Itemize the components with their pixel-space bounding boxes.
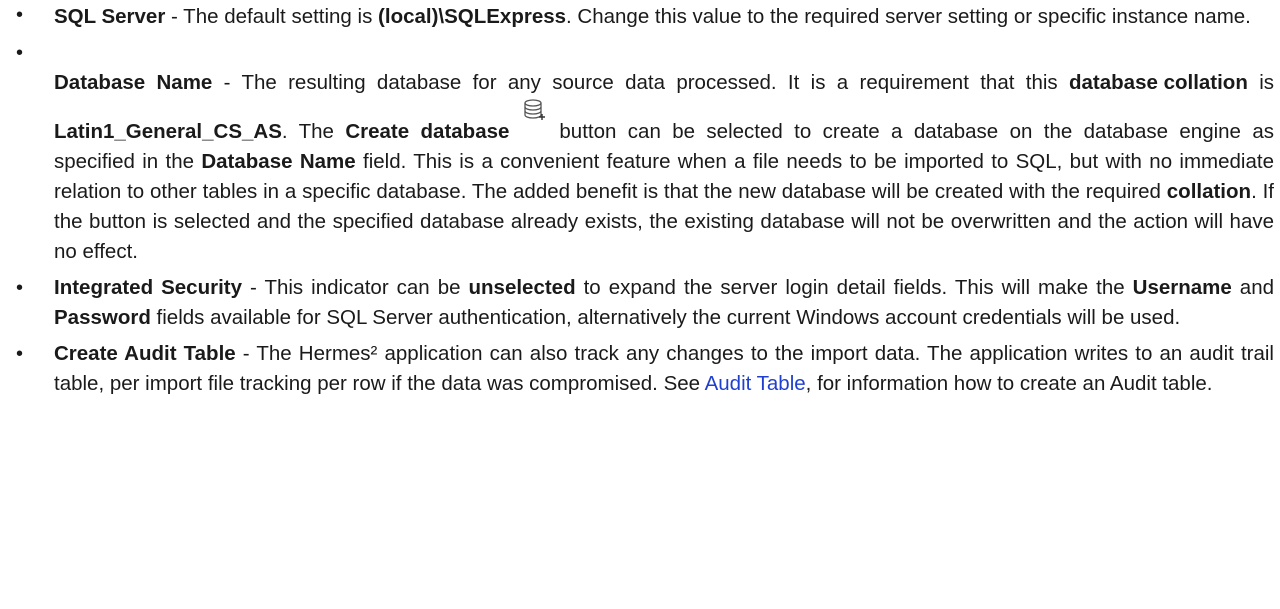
bold-text: collation	[1166, 180, 1252, 203]
item-text: , for information how to create an Audit…	[805, 372, 1213, 395]
item-text: . The	[281, 120, 346, 143]
list-item-database-name: • Database Name - The resulting database…	[0, 38, 1280, 267]
bullet: •	[16, 42, 24, 64]
item-text: to expand the server login detail fields…	[575, 276, 1133, 299]
bulleted-list: • SQL Server - The default setting is (l…	[0, 0, 1280, 405]
list-item-create-audit-table: • Create Audit Table - The Hermes² appli…	[0, 339, 1280, 399]
bold-text: Latin1_General_CS_AS	[54, 120, 282, 143]
separator: -	[212, 71, 242, 94]
separator: -	[242, 276, 265, 299]
bold-text: database collation	[1069, 71, 1248, 94]
bold-text: Database Name	[201, 150, 356, 173]
list-item-integrated-security: • Integrated Security - This indicator c…	[0, 273, 1280, 333]
audit-table-link[interactable]: Audit Table	[705, 372, 806, 395]
item-text: The default setting is	[183, 5, 379, 28]
item-text: This indicator can be	[264, 276, 469, 299]
separator: -	[235, 342, 257, 365]
bold-text: unselected	[468, 276, 576, 299]
item-text: and	[1231, 276, 1274, 299]
item-text: The resulting database for any source da…	[241, 71, 1069, 94]
item-text: . Change this value to the required serv…	[566, 5, 1251, 28]
item-text: fields available for SQL Server authenti…	[150, 306, 1181, 329]
term-create-audit-table: Create Audit Table	[54, 342, 236, 365]
separator: -	[165, 5, 184, 28]
bold-text: Username	[1132, 276, 1232, 299]
term-integrated-security: Integrated Security	[54, 276, 242, 299]
bold-text: Create database	[345, 120, 510, 143]
bullet: •	[16, 277, 24, 299]
term-sql-server: SQL Server	[54, 5, 166, 28]
term-database-name: Database Name	[54, 71, 213, 94]
item-text: is	[1247, 71, 1274, 94]
bullet: •	[16, 4, 24, 26]
bullet: •	[16, 343, 24, 365]
list-item-sql-server: • SQL Server - The default setting is (l…	[0, 0, 1280, 32]
bold-text: (local)\SQLExpress	[378, 5, 567, 28]
create-database-icon	[523, 98, 547, 124]
bold-text: Password	[54, 306, 151, 329]
